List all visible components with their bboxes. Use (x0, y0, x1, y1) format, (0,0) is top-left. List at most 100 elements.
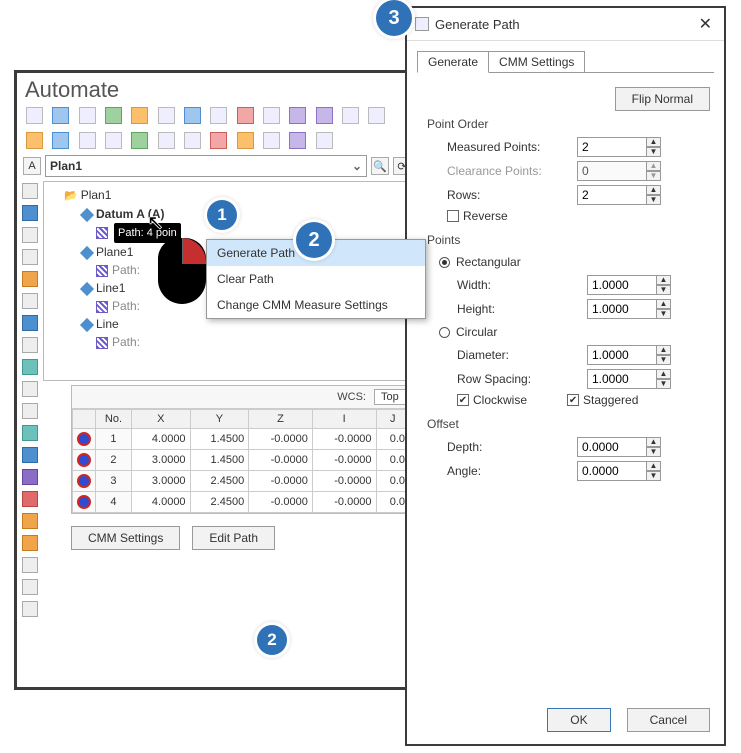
tb-icon[interactable] (184, 132, 201, 149)
tb-icon[interactable] (210, 107, 227, 124)
measured-points-input[interactable] (577, 137, 647, 157)
diameter-input[interactable] (587, 345, 657, 365)
rectangular-radio[interactable]: Rectangular (439, 255, 521, 269)
width-spinner[interactable]: ▲▼ (587, 275, 671, 295)
tb-icon[interactable] (263, 107, 280, 124)
gutter-icon[interactable] (22, 447, 38, 463)
tb-icon[interactable] (158, 107, 175, 124)
tb-icon[interactable] (263, 132, 280, 149)
gutter-icon[interactable] (22, 557, 38, 573)
gutter-icon[interactable] (22, 381, 38, 397)
reverse-checkbox[interactable]: Reverse (447, 209, 508, 223)
gutter-icon[interactable] (22, 491, 38, 507)
spin-down-icon[interactable]: ▼ (647, 195, 661, 205)
gutter-icon[interactable] (22, 271, 38, 287)
gutter-icon[interactable] (22, 183, 38, 199)
height-input[interactable] (587, 299, 657, 319)
depth-input[interactable] (577, 437, 647, 457)
spin-down-icon[interactable]: ▼ (657, 379, 671, 389)
search-icon[interactable]: 🔍 (371, 157, 389, 175)
tb-icon[interactable] (79, 107, 96, 124)
rows-spinner[interactable]: ▲▼ (577, 185, 661, 205)
gutter-icon[interactable] (22, 337, 38, 353)
close-icon[interactable]: ✕ (695, 14, 716, 34)
spin-down-icon[interactable]: ▼ (647, 447, 661, 457)
tb-icon[interactable] (237, 107, 254, 124)
tb-icon[interactable] (26, 107, 43, 124)
table-row[interactable]: 33.00002.4500-0.0000-0.00000.0 (73, 471, 410, 492)
tb-icon[interactable] (342, 107, 359, 124)
gutter-icon[interactable] (22, 425, 38, 441)
staggered-checkbox[interactable]: ✔Staggered (567, 393, 638, 407)
gutter-icon[interactable] (22, 403, 38, 419)
tb-icon[interactable] (105, 107, 122, 124)
diameter-spinner[interactable]: ▲▼ (587, 345, 671, 365)
spin-up-icon[interactable]: ▲ (657, 299, 671, 309)
width-input[interactable] (587, 275, 657, 295)
tb-icon[interactable] (316, 107, 333, 124)
tb-icon[interactable] (289, 107, 306, 124)
spin-up-icon[interactable]: ▲ (647, 137, 661, 147)
spin-down-icon[interactable]: ▼ (647, 147, 661, 157)
gutter-icon[interactable] (22, 249, 38, 265)
tb-icon[interactable] (237, 132, 254, 149)
tab-generate[interactable]: Generate (417, 51, 489, 73)
flip-normal-button[interactable]: Flip Normal (615, 87, 710, 111)
spin-down-icon[interactable]: ▼ (657, 309, 671, 319)
spin-down-icon[interactable]: ▼ (647, 471, 661, 481)
menu-change-cmm-settings[interactable]: Change CMM Measure Settings (207, 292, 425, 318)
gutter-icon[interactable] (22, 205, 38, 221)
tb-icon[interactable] (316, 132, 333, 149)
gutter-icon[interactable] (22, 513, 38, 529)
gutter-icon[interactable] (22, 315, 38, 331)
table-row[interactable]: 23.00001.4500-0.0000-0.00000.0 (73, 450, 410, 471)
spin-up-icon[interactable]: ▲ (647, 437, 661, 447)
row-spacing-spinner[interactable]: ▲▼ (587, 369, 671, 389)
plan-prefix-icon[interactable]: A (23, 157, 41, 175)
angle-spinner[interactable]: ▲▼ (577, 461, 661, 481)
spin-up-icon[interactable]: ▲ (647, 461, 661, 471)
cmm-settings-button[interactable]: CMM Settings (71, 526, 180, 550)
gutter-icon[interactable] (22, 227, 38, 243)
spin-up-icon[interactable]: ▲ (657, 369, 671, 379)
tb-icon[interactable] (131, 132, 148, 149)
spin-up-icon[interactable]: ▲ (647, 185, 661, 195)
tb-icon[interactable] (52, 132, 69, 149)
depth-spinner[interactable]: ▲▼ (577, 437, 661, 457)
tb-icon[interactable] (184, 107, 201, 124)
ok-button[interactable]: OK (547, 708, 610, 732)
table-row[interactable]: 14.00001.4500-0.0000-0.00000.0 (73, 429, 410, 450)
menu-clear-path[interactable]: Clear Path (207, 266, 425, 292)
spin-up-icon[interactable]: ▲ (657, 275, 671, 285)
height-spinner[interactable]: ▲▼ (587, 299, 671, 319)
tree-path-line[interactable]: Path: (64, 333, 406, 351)
tb-icon[interactable] (105, 132, 122, 149)
angle-input[interactable] (577, 461, 647, 481)
tb-icon[interactable] (131, 107, 148, 124)
tb-icon[interactable] (26, 132, 43, 149)
tb-icon[interactable] (210, 132, 227, 149)
spin-up-icon[interactable]: ▲ (657, 345, 671, 355)
rows-input[interactable] (577, 185, 647, 205)
tree-root[interactable]: Plan1 (64, 186, 406, 205)
cancel-button[interactable]: Cancel (627, 708, 710, 732)
tb-icon[interactable] (158, 132, 175, 149)
tab-cmm-settings[interactable]: CMM Settings (488, 51, 585, 73)
table-row[interactable]: 44.00002.4500-0.0000-0.00000.0 (73, 492, 410, 513)
tb-icon[interactable] (79, 132, 96, 149)
clockwise-checkbox[interactable]: ✔Clockwise (457, 393, 527, 407)
gutter-icon[interactable] (22, 293, 38, 309)
tb-icon[interactable] (289, 132, 306, 149)
circular-radio[interactable]: Circular (439, 325, 497, 339)
gutter-icon[interactable] (22, 469, 38, 485)
gutter-icon[interactable] (22, 601, 38, 617)
tb-icon[interactable] (52, 107, 69, 124)
row-spacing-input[interactable] (587, 369, 657, 389)
gutter-icon[interactable] (22, 359, 38, 375)
spin-down-icon[interactable]: ▼ (657, 285, 671, 295)
tb-icon[interactable] (368, 107, 385, 124)
measured-points-spinner[interactable]: ▲▼ (577, 137, 661, 157)
plan-dropdown[interactable]: Plan1 (45, 155, 367, 177)
edit-path-button[interactable]: Edit Path (192, 526, 275, 550)
gutter-icon[interactable] (22, 579, 38, 595)
